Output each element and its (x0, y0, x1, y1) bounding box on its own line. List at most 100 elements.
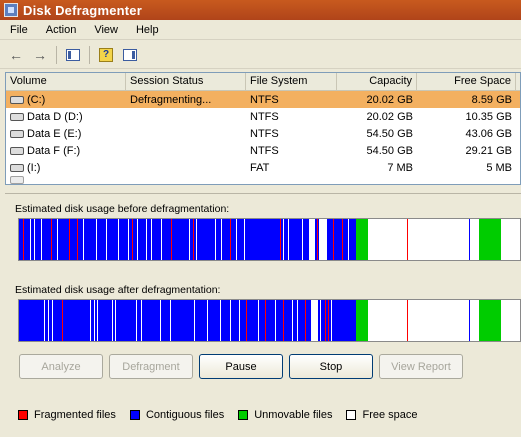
free-space-block (320, 300, 321, 341)
free-space-block (141, 300, 142, 341)
volume-row-partial[interactable] (6, 176, 520, 184)
contiguous-block (469, 300, 470, 341)
fragmented-block (342, 219, 343, 260)
after-usage-map (18, 299, 521, 342)
free-space-block (146, 219, 147, 260)
volume-row-i[interactable]: (I:) FAT 7 MB 5 MB (6, 159, 520, 176)
file-system: NTFS (250, 144, 279, 157)
free-space-block (288, 219, 289, 260)
column-capacity[interactable]: Capacity (337, 73, 417, 90)
free-space-block (292, 300, 293, 341)
volume-name: Data D (D:) (27, 110, 83, 123)
free-space-block (220, 300, 221, 341)
free-space-block (94, 300, 95, 341)
fragmented-block (265, 300, 266, 341)
free-space-block (170, 300, 171, 341)
free-space-block (97, 300, 98, 341)
column-free-space[interactable]: Free Space (417, 73, 516, 90)
free-space-block (309, 219, 315, 260)
free-space-block (52, 300, 53, 341)
column-session-status[interactable]: Session Status (126, 73, 246, 90)
unmovable-block (479, 300, 501, 341)
free-space: 5 MB (486, 161, 512, 174)
capacity: 54.50 GB (366, 127, 413, 140)
free-space-block (236, 219, 237, 260)
disk-defragmenter-icon (4, 3, 18, 17)
title-bar[interactable]: Disk Defragmenter (0, 0, 521, 20)
toolbar-separator (56, 45, 57, 64)
capacity: 7 MB (387, 161, 413, 174)
free-space-block (41, 219, 42, 260)
volume-name: (C:) (27, 93, 46, 106)
fragmented-block (283, 300, 284, 341)
volume-row-f[interactable]: Data F (F:) NTFS 54.50 GB 29.21 GB (6, 142, 520, 159)
free-space-block (207, 300, 208, 341)
session-status: Defragmenting... (130, 93, 212, 106)
free-space-block (57, 219, 58, 260)
fragmented-block (325, 300, 326, 341)
view-report-button[interactable]: View Report (379, 354, 463, 379)
menu-file[interactable]: File (0, 24, 36, 36)
free-space-block (311, 300, 318, 341)
column-file-system[interactable]: File System (246, 73, 337, 90)
fragmented-block (23, 219, 24, 260)
free-space-block (160, 300, 161, 341)
drive-icon (10, 129, 24, 138)
free-space-block (115, 300, 116, 341)
free-space-block (239, 300, 240, 341)
fragmented-block (280, 219, 281, 260)
help-icon[interactable]: ? (96, 45, 116, 65)
free-space: 29.21 GB (465, 144, 512, 157)
fragmented-block (171, 219, 172, 260)
contiguous-block (469, 219, 470, 260)
legend-item-fragmented: Fragmented files (18, 409, 116, 421)
pause-button[interactable]: Pause (199, 354, 283, 379)
volume-row-c[interactable]: (C:) Defragmenting... NTFS 20.02 GB 8.59… (6, 91, 520, 108)
volume-name: Data E (E:) (27, 127, 82, 140)
legend-swatch (18, 410, 28, 420)
free-space: 43.06 GB (465, 127, 512, 140)
analyze-button[interactable]: Analyze (19, 354, 103, 379)
free-space-block (196, 219, 197, 260)
free-space-block (230, 300, 231, 341)
column-volume[interactable]: Volume (6, 73, 126, 90)
free-space-block (331, 300, 332, 341)
free-space-block (297, 300, 298, 341)
drive-icon (10, 112, 24, 121)
free-space-block (302, 219, 303, 260)
free-space-block (221, 219, 222, 260)
show-hide-console-tree-icon[interactable] (63, 45, 83, 65)
fragmented-block (317, 219, 318, 260)
menu-view[interactable]: View (84, 24, 126, 36)
volume-row-d[interactable]: Data D (D:) NTFS 20.02 GB 10.35 GB (6, 108, 520, 125)
file-system: NTFS (250, 93, 279, 106)
file-system: NTFS (250, 110, 279, 123)
drive-icon (10, 176, 24, 184)
properties-icon[interactable] (120, 45, 140, 65)
menu-action[interactable]: Action (36, 24, 85, 36)
legend-swatch (129, 410, 140, 420)
back-arrow-icon[interactable]: ← (6, 45, 26, 65)
stop-button[interactable]: Stop (289, 354, 373, 379)
forward-arrow-icon[interactable]: → (30, 45, 50, 65)
free-space-block (319, 219, 327, 260)
volume-list[interactable]: Volume Session Status File System Capaci… (5, 72, 521, 185)
fragmented-block (51, 219, 52, 260)
volume-row-e[interactable]: Data E (E:) NTFS 54.50 GB 43.06 GB (6, 125, 520, 142)
drive-icon (10, 95, 24, 104)
free-space-block (275, 300, 276, 341)
volume-name: (I:) (27, 161, 41, 174)
toolbar: ← → ? (0, 41, 521, 69)
free-space-block (34, 219, 35, 260)
fragmented-block (230, 219, 231, 260)
free-space-block (30, 219, 31, 260)
fragmented-block (407, 219, 408, 260)
fragmented-block (333, 219, 334, 260)
defragment-button[interactable]: Defragment (109, 354, 193, 379)
fragmented-block (132, 219, 133, 260)
contiguous-block (19, 300, 359, 341)
free-space-block (258, 300, 259, 341)
toolbar-separator (89, 45, 90, 64)
unmovable-block (356, 300, 368, 341)
menu-help[interactable]: Help (126, 24, 167, 36)
